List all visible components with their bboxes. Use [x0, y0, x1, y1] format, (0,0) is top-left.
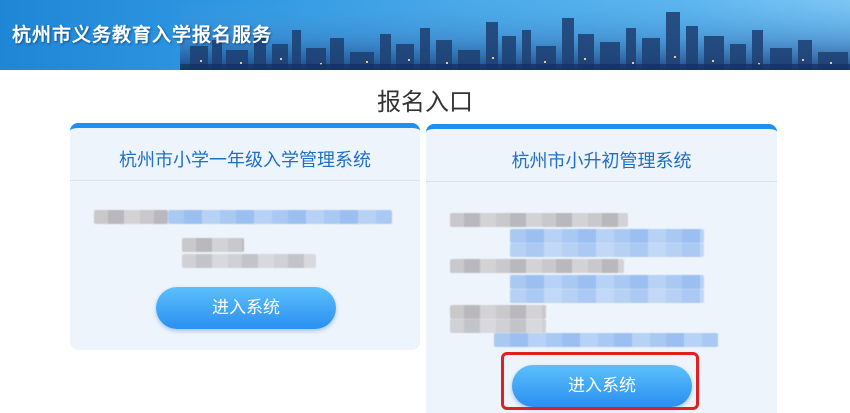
blurred-text	[450, 213, 628, 227]
blurred-link	[510, 289, 704, 303]
blurred-text	[182, 254, 316, 268]
blurred-text	[182, 238, 244, 252]
page: 杭州市义务教育入学报名服务 报名入口 杭州市小学一年级入学管理系统 进入系统 杭…	[0, 0, 850, 413]
blurred-link	[510, 229, 704, 243]
blurred-link	[510, 275, 704, 289]
card-title: 杭州市小升初管理系统	[511, 151, 692, 172]
card-divider	[70, 180, 420, 181]
card-divider	[426, 181, 777, 182]
city-skyline-image	[180, 0, 850, 70]
blurred-text	[450, 305, 546, 319]
card-title: 杭州市小学一年级入学管理系统	[119, 150, 371, 171]
header-banner: 杭州市义务教育入学报名服务	[0, 0, 850, 70]
blurred-link	[168, 210, 392, 224]
blurred-link	[494, 333, 718, 347]
site-title: 杭州市义务教育入学报名服务	[12, 24, 273, 46]
blurred-text	[450, 319, 546, 333]
enter-system-button[interactable]: 进入系统	[156, 287, 336, 329]
highlight-annotation	[501, 352, 699, 410]
blurred-text	[450, 259, 624, 273]
blurred-link	[510, 243, 704, 257]
blurred-text	[94, 210, 168, 224]
page-heading: 报名入口	[377, 88, 473, 116]
card-primary-enrollment: 杭州市小学一年级入学管理系统 进入系统	[70, 123, 420, 350]
